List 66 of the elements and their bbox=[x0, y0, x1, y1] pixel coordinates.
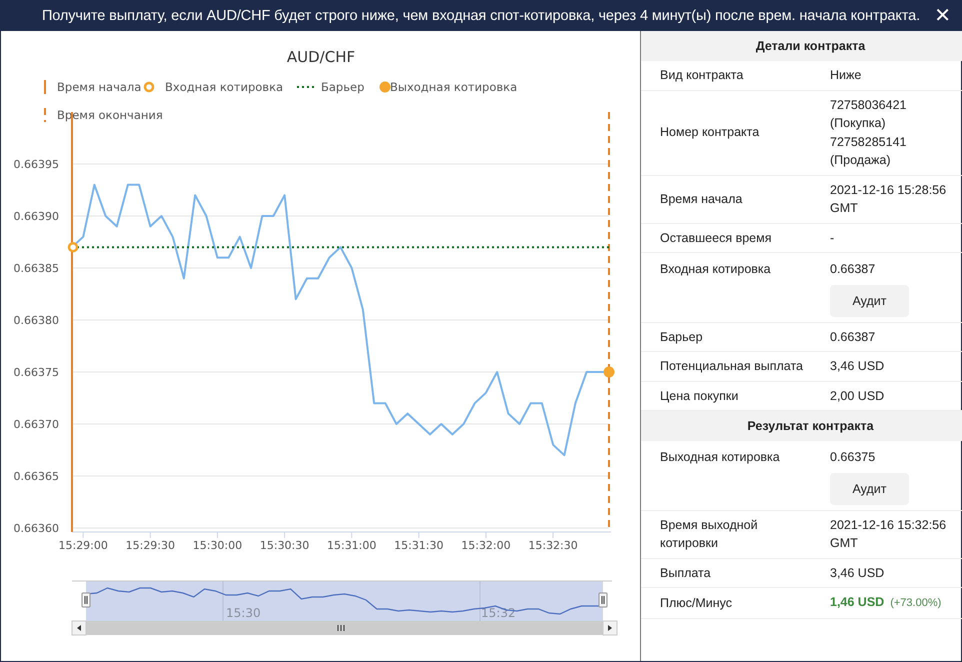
legend-label[interactable]: Барьер bbox=[321, 80, 364, 94]
y-axis-label: 0.66360 bbox=[14, 522, 59, 535]
field-value: 0.66387 bbox=[829, 328, 876, 346]
y-axis-label: 0.66380 bbox=[14, 314, 59, 327]
field-label: Входная котировка bbox=[659, 261, 772, 278]
section-header: Результат контракта bbox=[641, 411, 962, 441]
scroll-right-button[interactable] bbox=[602, 620, 618, 636]
y-axis-label: 0.66385 bbox=[14, 262, 59, 275]
profit-percent: (+73.00%) bbox=[890, 597, 942, 609]
x-axis-label: 15:29:30 bbox=[126, 539, 176, 552]
scrollbar-thumb[interactable] bbox=[86, 621, 603, 635]
y-axis-label: 0.66365 bbox=[14, 470, 59, 483]
field-value: - bbox=[829, 230, 836, 246]
field-label: Цена покупки bbox=[659, 388, 740, 405]
close-button[interactable]: ✕ bbox=[930, 3, 955, 27]
legend-label[interactable]: Выходная котировка bbox=[390, 80, 518, 94]
field-label: Плюс/Минус bbox=[659, 594, 734, 612]
section-header: Детали контракта bbox=[641, 31, 962, 61]
entry-spot-marker bbox=[68, 242, 78, 252]
window-title: Получите выплату, если AUD/CHF будет строго ниже, чем входная спот-котировка, через 4 минут(ы) после врем. начала контракта. bbox=[42, 8, 920, 24]
y-axis-label: 0.66390 bbox=[14, 210, 59, 223]
navigator-time-label: 15:32 bbox=[481, 606, 516, 620]
field-label: Вид контракта bbox=[659, 67, 744, 84]
grip-icon[interactable] bbox=[338, 624, 344, 632]
x-axis-label: 15:29:00 bbox=[58, 539, 108, 552]
field-value: 3,46 USD bbox=[829, 358, 886, 375]
y-axis-label: 0.66395 bbox=[14, 158, 59, 171]
field-label: Барьер bbox=[659, 328, 704, 346]
field-value: 2,00 USD bbox=[829, 388, 886, 404]
range-handle-icon[interactable] bbox=[598, 592, 608, 608]
x-axis-label: 15:31:30 bbox=[394, 539, 444, 552]
field-label: Оставшееся время bbox=[659, 230, 772, 247]
field-label: Выходная котировка bbox=[659, 449, 781, 466]
legend-label[interactable]: Время начала bbox=[57, 80, 142, 94]
profit-value: 1,46 USD bbox=[830, 595, 884, 609]
navigator-time-label: 15:30 bbox=[226, 606, 261, 620]
field-label: Номер контракта bbox=[659, 124, 760, 142]
range-handle-icon[interactable] bbox=[82, 592, 90, 608]
scroll-left-button[interactable] bbox=[72, 620, 86, 636]
y-axis-label: 0.66375 bbox=[14, 366, 59, 379]
x-axis-label: 15:30:00 bbox=[192, 539, 242, 552]
chart-title: AUD/CHF bbox=[286, 48, 356, 66]
field-value: 0.66375 bbox=[830, 449, 876, 466]
audit-button[interactable]: Аудит bbox=[830, 284, 909, 316]
exit-spot-marker bbox=[604, 366, 614, 378]
start-line-legend-icon bbox=[44, 80, 46, 94]
entry-spot-legend-icon bbox=[144, 82, 154, 92]
field-value: 0.66387 bbox=[830, 261, 876, 278]
x-axis-label: 15:30:30 bbox=[260, 539, 310, 552]
field-label: Время выходной котировки bbox=[659, 516, 759, 552]
legend-label[interactable]: Входная котировка bbox=[165, 80, 284, 94]
field-value: Ниже bbox=[829, 67, 862, 84]
field-value: 2021-12-16 15:32:56 GMT bbox=[829, 516, 948, 552]
x-axis-label: 15:31:00 bbox=[326, 539, 376, 552]
x-axis-label: 15:32:00 bbox=[461, 539, 511, 552]
field-label: Потенциальная выплата bbox=[659, 358, 804, 375]
field-label: Выплата bbox=[659, 564, 712, 582]
y-axis-label: 0.66370 bbox=[14, 418, 59, 431]
field-value: 72758036421 (Покупка) 72758285141 (Продажа) bbox=[829, 96, 908, 169]
field-label: Время начала bbox=[659, 190, 744, 208]
field-value: 2021-12-16 15:28:56 GMT bbox=[829, 182, 948, 217]
end-line-legend-icon bbox=[44, 108, 46, 122]
x-axis-label: 15:32:30 bbox=[528, 539, 578, 552]
exit-spot-legend-icon bbox=[380, 82, 390, 92]
audit-button[interactable]: Аудит bbox=[830, 472, 909, 504]
field-value: 3,46 USD bbox=[829, 564, 886, 582]
